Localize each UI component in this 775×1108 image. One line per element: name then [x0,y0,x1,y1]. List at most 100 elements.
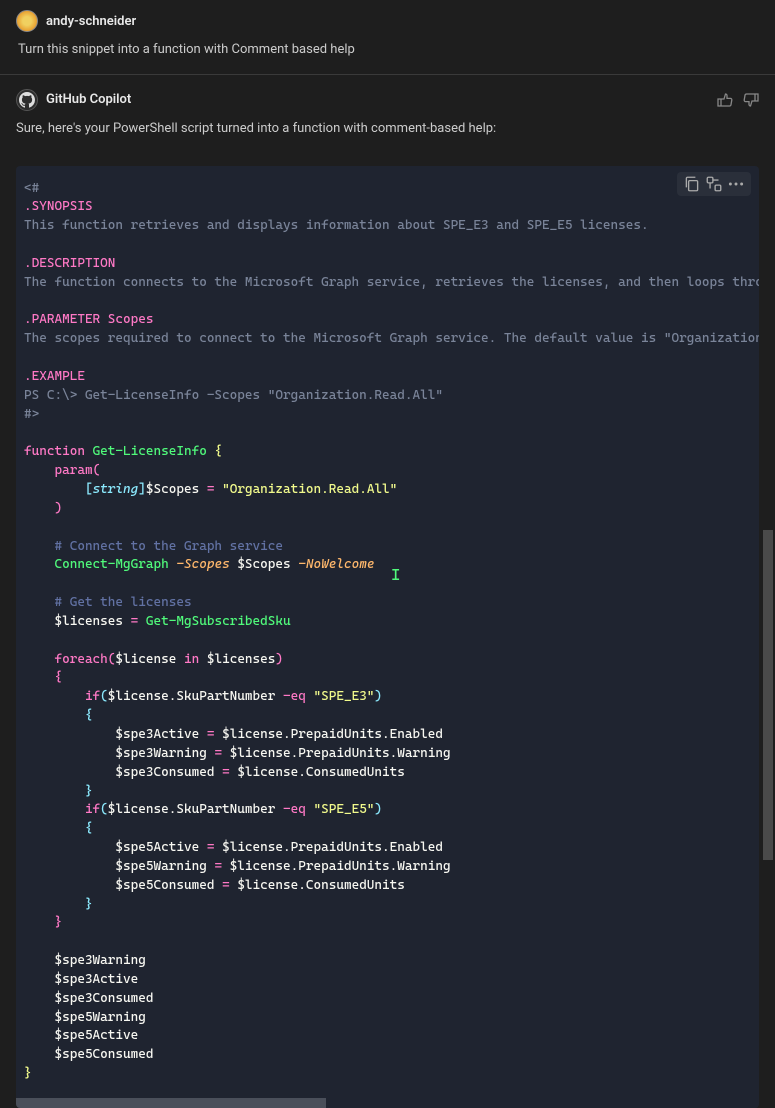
code-text: { [85,708,93,723]
code-text: $license [108,802,169,817]
copilot-header: GitHub Copilot [16,89,131,111]
code-text: = [222,878,230,893]
code-text: .PrepaidUnits.Enabled [283,727,443,742]
code-text: Get-LicenseInfo [93,444,207,459]
code-text: Connect-MgGraph [54,557,168,572]
code-text: "Organization.Read.All" [222,482,397,497]
code-text: ) [374,689,382,704]
code-text: = [131,614,139,629]
copilot-response-text: Sure, here's your PowerShell script turn… [16,121,759,136]
code-horizontal-scrollbar-thumb[interactable] [16,1098,326,1108]
text-cursor-icon: I [391,563,400,586]
code-text: .ConsumedUnits [298,765,405,780]
code-horizontal-scrollbar[interactable] [16,1098,759,1108]
code-text: $Scopes [237,557,290,572]
code-text: } [24,1066,32,1081]
code-text: ( [100,689,108,704]
message-divider [0,74,775,75]
user-message-block: andy-schneider Turn this snippet into a … [0,0,775,70]
code-text: "SPE_E3" [313,689,374,704]
user-name: andy-schneider [46,14,136,29]
code-text: = [214,859,222,874]
code-text: .EXAMPLE [24,369,85,384]
page-vertical-scrollbar[interactable] [763,530,773,860]
code-text: = [207,727,215,742]
thumbs-up-icon[interactable] [717,92,733,108]
code-text: $spe5Warning [54,1010,145,1025]
code-text: .PrepaidUnits.Enabled [283,840,443,855]
code-text: $license [230,859,291,874]
code-text: Get-MgSubscribedSku [146,614,291,629]
thumbs-down-icon[interactable] [743,92,759,108]
code-text: = [214,746,222,761]
code-text: $Scopes [146,482,199,497]
code-text: if [85,802,100,817]
code-text: .PARAMETER Scopes [24,312,154,327]
code-text: .SYNOPSIS [24,199,93,214]
code-text: -eq [283,802,306,817]
code-text: = [207,840,215,855]
more-icon[interactable] [727,175,745,193]
copy-icon[interactable] [683,175,701,193]
code-text: .PrepaidUnits.Warning [291,859,451,874]
code-text: $spe3Active [54,972,138,987]
code-text: # Connect to the Graph service [54,539,283,554]
code-text: ] [138,482,146,497]
code-text: $spe5Consumed [54,1047,153,1062]
insert-icon[interactable] [705,175,723,193]
code-text: $license [115,652,176,667]
code-text: { [85,821,93,836]
code-text: $license [237,765,298,780]
code-block-container: <# .SYNOPSIS This function retrieves and… [16,166,759,1108]
code-text: $licenses [207,652,276,667]
code-text: # Get the licenses [54,595,191,610]
code-text: } [54,915,62,930]
user-avatar-icon [16,10,38,32]
code-text: { [214,444,222,459]
code-text: $spe3Warning [54,953,145,968]
code-text: -Scopes [176,557,229,572]
code-text: $spe3Consumed [115,765,214,780]
code-text: = [207,482,215,497]
code-text: ( [100,802,108,817]
copilot-message-block: GitHub Copilot Sure, here's your PowerSh… [0,79,775,156]
code-text: PS C:\> Get-LicenseInfo -Scopes "Organiz… [24,388,443,403]
code-text: "SPE_E5" [313,802,374,817]
code-text: $spe5Warning [115,859,206,874]
code-text: } [85,897,93,912]
feedback-buttons [717,92,759,108]
code-text: $spe3Consumed [54,991,153,1006]
code-text: $licenses [54,614,123,629]
copilot-header-row: GitHub Copilot [16,89,759,111]
code-text: $spe5Active [54,1028,138,1043]
code-text: function [24,444,85,459]
code-text: [ [85,482,93,497]
copilot-name: GitHub Copilot [46,92,131,107]
code-text: $spe5Active [115,840,199,855]
code-text: } [85,784,93,799]
code-text: ) [374,802,382,817]
code-text: -NoWelcome [298,557,374,572]
code-toolbar [677,172,751,196]
code-text: The scopes required to connect to the Mi… [24,331,759,346]
code-text: $license [237,878,298,893]
code-text: if [85,689,100,704]
copilot-avatar-icon [16,89,38,111]
code-text: .SkuPartNumber [169,689,276,704]
code-text: $license [108,689,169,704]
user-message-text: Turn this snippet into a function with C… [18,40,759,60]
code-text: ) [275,652,283,667]
code-text: $spe3Active [115,727,199,742]
user-header: andy-schneider [16,10,759,32]
code-text: foreach [54,652,107,667]
code-text: .SkuPartNumber [169,802,276,817]
code-text: This function retrieves and displays inf… [24,218,649,233]
code-text: .PrepaidUnits.Warning [291,746,451,761]
code-text: #> [24,407,39,422]
code-text: string [93,482,139,497]
code-text: <# [24,181,39,196]
chat-container: andy-schneider Turn this snippet into a … [0,0,775,1108]
code-block[interactable]: <# .SYNOPSIS This function retrieves and… [16,166,759,1099]
code-text: $spe5Consumed [115,878,214,893]
code-text: $license [222,727,283,742]
